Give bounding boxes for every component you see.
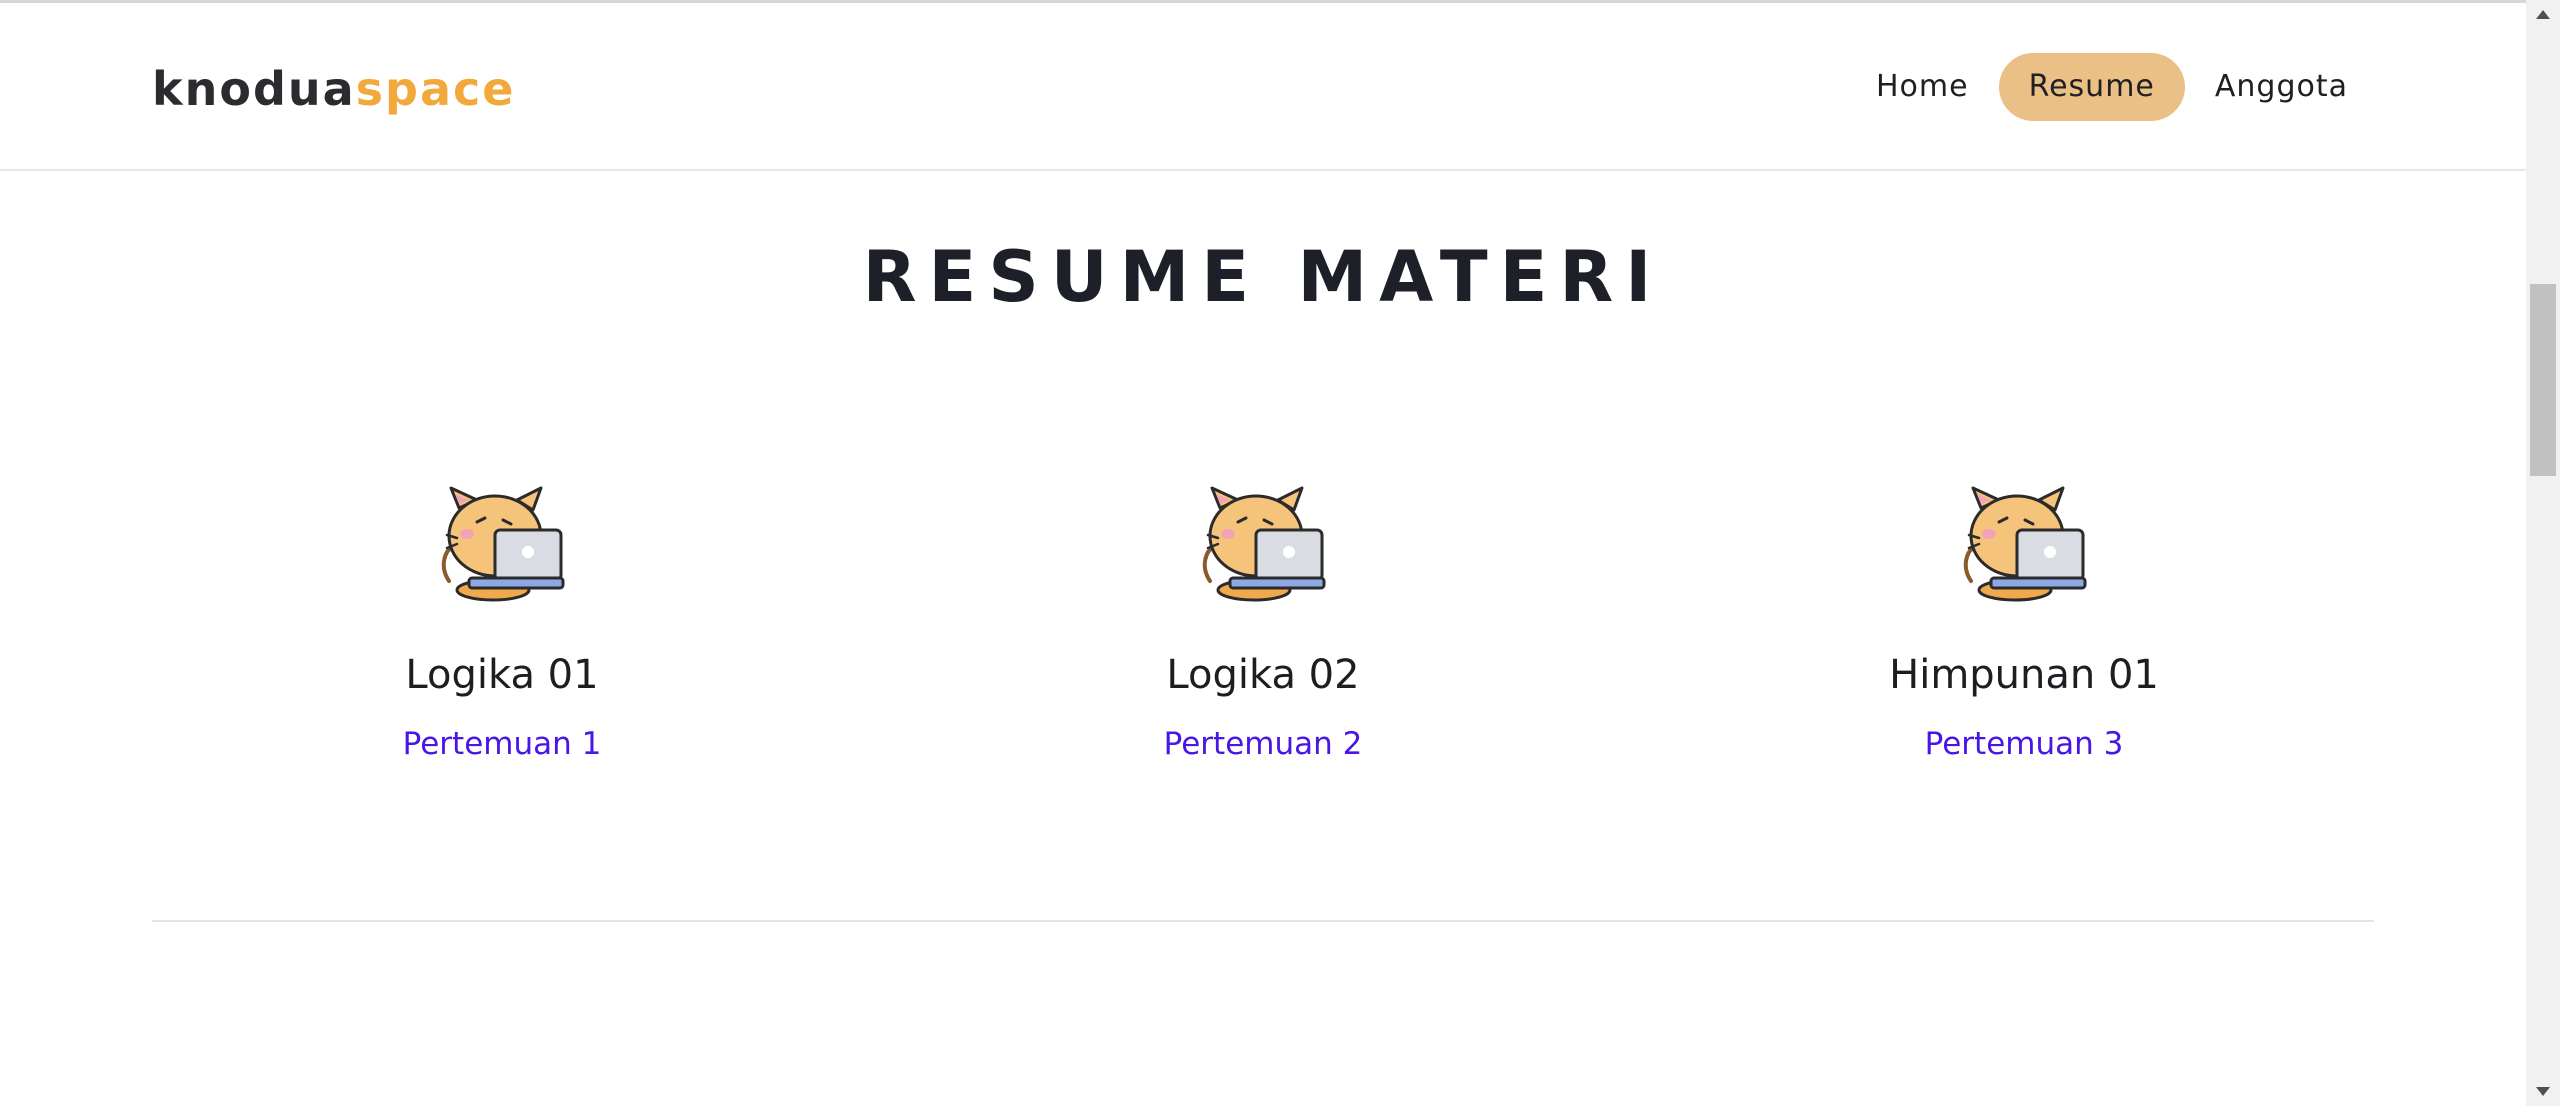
scroll-down-arrow-icon[interactable] <box>2536 1087 2550 1096</box>
page: knoduaspace Home Resume Anggota RESUME M… <box>0 0 2526 1106</box>
main-nav: Home Resume Anggota <box>1846 53 2378 121</box>
card-link[interactable]: Pertemuan 3 <box>1774 726 2274 762</box>
navbar: knoduaspace Home Resume Anggota <box>0 3 2526 171</box>
brand-logo[interactable]: knoduaspace <box>152 61 516 117</box>
resume-card: Logika 02 Pertemuan 2 <box>1013 486 1513 762</box>
resume-card: Himpunan 01 Pertemuan 3 <box>1774 486 2274 762</box>
card-title: Logika 02 <box>1166 652 1360 698</box>
cat-laptop-icon <box>1963 486 2087 602</box>
scrollbar-thumb[interactable] <box>2530 284 2556 476</box>
section-title: RESUME MATERI <box>862 236 1664 318</box>
card-title: Himpunan 01 <box>1889 652 2159 698</box>
brand-part-1: knodua <box>152 62 356 116</box>
card-link[interactable]: Pertemuan 2 <box>1013 726 1513 762</box>
card-title: Logika 01 <box>405 652 599 698</box>
cat-laptop-icon <box>1202 486 1326 602</box>
nav-anggota[interactable]: Anggota <box>2185 53 2378 121</box>
nav-resume[interactable]: Resume <box>1998 53 2185 121</box>
cat-laptop-icon <box>441 486 565 602</box>
brand-part-2: space <box>355 62 516 116</box>
card-link[interactable]: Pertemuan 1 <box>252 726 752 762</box>
resume-card: Logika 01 Pertemuan 1 <box>252 486 752 762</box>
vertical-scrollbar[interactable] <box>2526 0 2560 1106</box>
section-divider <box>152 920 2374 922</box>
nav-home[interactable]: Home <box>1846 53 1999 121</box>
scroll-up-arrow-icon[interactable] <box>2536 10 2550 19</box>
